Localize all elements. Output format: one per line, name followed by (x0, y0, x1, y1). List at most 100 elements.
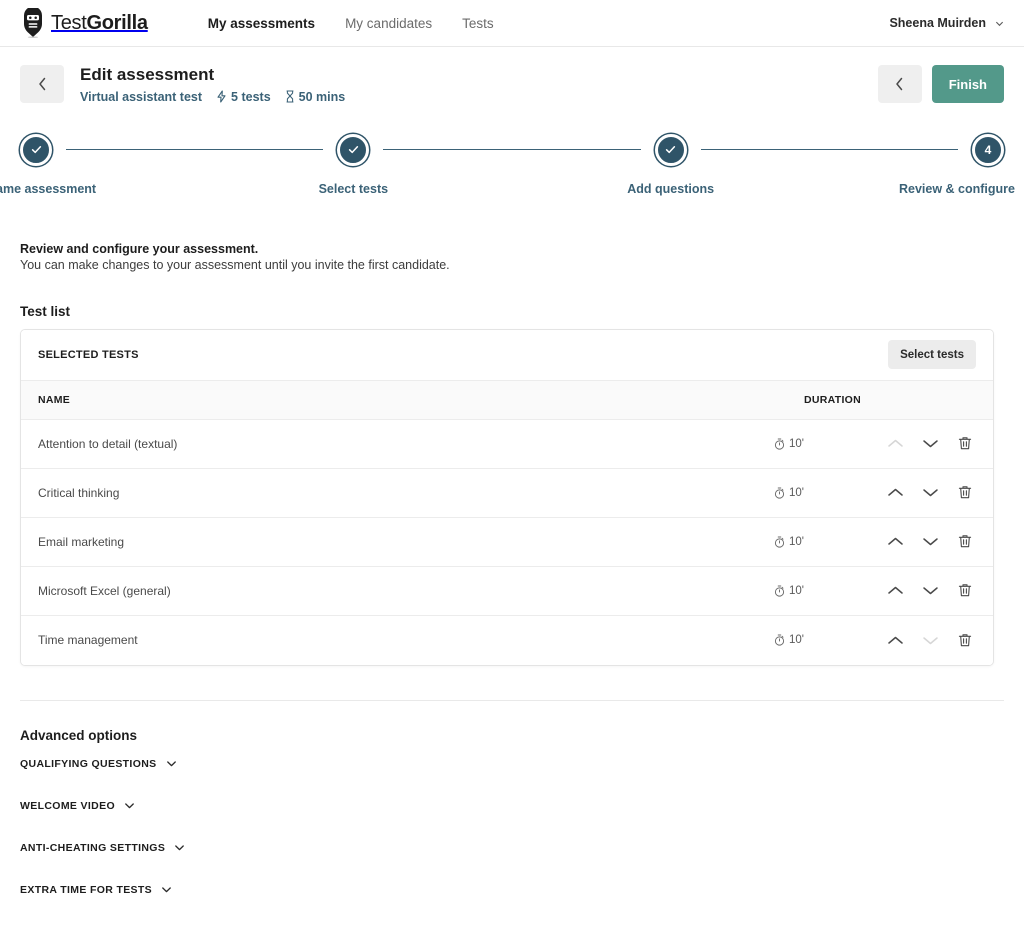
step-marker-complete (337, 133, 370, 166)
delete-test-button[interactable] (954, 531, 976, 553)
table-row: Email marketing 10' (21, 517, 993, 567)
intro-title: Review and configure your assessment. (20, 241, 259, 256)
advanced-option-label: EXTRA TIME FOR TESTS (20, 883, 153, 896)
advanced-option-extra-time-for-tests[interactable]: EXTRA TIME FOR TESTS (20, 869, 1004, 911)
nav-link-my-candidates[interactable]: My candidates (345, 16, 432, 31)
column-header-name: NAME (38, 393, 71, 406)
table-row: Time management 10' (21, 615, 993, 665)
page-header-actions: Finish (877, 65, 1004, 103)
row-actions (884, 433, 976, 455)
chevron-left-icon (38, 77, 47, 91)
move-down-button[interactable] (919, 482, 941, 504)
test-name: Time management (38, 633, 138, 648)
finish-button[interactable]: Finish (931, 65, 1004, 103)
test-list-card-header: SELECTED TESTS Select tests (21, 329, 993, 381)
user-name-label: Sheena Muirden (889, 16, 986, 30)
table-row: Microsoft Excel (general) 10' (21, 566, 993, 616)
back-button[interactable] (20, 65, 64, 103)
row-actions (884, 629, 976, 651)
stepper-track: Name assessment Select tests (0, 133, 1015, 196)
stepper-label-name-assessment: Name assessment (0, 181, 97, 196)
test-duration-label: 10' (789, 584, 804, 597)
table-row: Critical thinking 10' (21, 468, 993, 518)
move-up-button[interactable] (884, 580, 906, 602)
move-up-button[interactable] (884, 482, 906, 504)
row-actions (884, 531, 976, 553)
stopwatch-icon (774, 536, 785, 548)
move-down-button[interactable] (919, 531, 941, 553)
check-icon (30, 143, 43, 156)
previous-step-button[interactable] (877, 65, 922, 103)
assessment-meta-row: Virtual assistant test 5 tests 50 mins (80, 90, 345, 104)
step-marker-current: 4 (971, 133, 1004, 166)
stopwatch-icon (774, 585, 785, 597)
advanced-option-anti-cheating-settings[interactable]: ANTI-CHEATING SETTINGS (20, 827, 1004, 869)
test-list-heading: Test list (20, 303, 71, 319)
step-marker-complete (20, 133, 52, 166)
move-down-button (919, 629, 941, 651)
chevron-down-icon (174, 842, 185, 853)
intro-subtitle: You can make changes to your assessment … (20, 257, 450, 272)
top-navigation-bar: TestGorilla My assessments My candidates… (0, 0, 1024, 47)
advanced-option-welcome-video[interactable]: WELCOME VIDEO (20, 785, 1004, 827)
check-icon (347, 143, 360, 156)
main-nav-links: My assessments My candidates Tests (208, 16, 494, 31)
test-duration-label: 10' (789, 486, 804, 499)
progress-stepper: Name assessment Select tests (0, 133, 1015, 206)
chevron-left-icon (895, 77, 904, 91)
nav-link-my-assessments[interactable]: My assessments (208, 16, 315, 31)
move-up-button (884, 433, 906, 455)
delete-test-button[interactable] (954, 433, 976, 455)
page-header-text: Edit assessment Virtual assistant test 5… (80, 65, 345, 104)
test-name: Critical thinking (38, 485, 120, 500)
chevron-down-icon (161, 884, 172, 895)
advanced-option-label: WELCOME VIDEO (20, 799, 115, 812)
test-duration: 10' (774, 487, 884, 499)
stepper-step-name-assessment[interactable]: Name assessment (0, 133, 96, 196)
step-marker-complete (654, 133, 687, 166)
test-duration: 10' (774, 585, 884, 597)
assessment-name-link[interactable]: Virtual assistant test (80, 90, 202, 104)
stepper-connector (383, 149, 641, 151)
test-duration-label: 10' (789, 634, 804, 647)
hourglass-icon (285, 90, 295, 103)
move-down-button[interactable] (919, 433, 941, 455)
brand-text-light: Test (51, 11, 87, 34)
advanced-option-label: ANTI-CHEATING SETTINGS (20, 841, 166, 854)
intro-block: Review and configure your assessment. Yo… (20, 242, 1004, 272)
stepper-step-select-tests[interactable]: Select tests (319, 133, 388, 196)
test-name: Microsoft Excel (general) (38, 583, 171, 598)
stepper-label-add-questions: Add questions (627, 181, 715, 196)
duration-meta: 50 mins (285, 90, 345, 104)
delete-test-button[interactable] (954, 629, 976, 651)
chevron-down-icon (124, 800, 135, 811)
stepper-step-review-configure[interactable]: 4 Review & configure (899, 133, 1015, 196)
user-menu-button[interactable]: Sheena Muirden (889, 16, 1004, 30)
move-up-button[interactable] (884, 531, 906, 553)
move-up-button[interactable] (884, 629, 906, 651)
table-row: Attention to detail (textual) 10' (21, 419, 993, 469)
test-duration: 10' (774, 536, 884, 548)
tests-count-meta: 5 tests (216, 90, 271, 104)
stopwatch-icon (774, 438, 785, 450)
stepper-step-add-questions[interactable]: Add questions (627, 133, 714, 196)
test-table-header-row: NAME DURATION (21, 380, 993, 420)
test-duration-label: 10' (789, 535, 804, 548)
brand-logo-link[interactable]: TestGorilla (20, 8, 148, 38)
delete-test-button[interactable] (954, 580, 976, 602)
chevron-down-icon (995, 19, 1004, 28)
test-duration: 10' (774, 438, 884, 450)
selected-tests-label: SELECTED TESTS (38, 348, 139, 361)
row-actions (884, 482, 976, 504)
stepper-connector (700, 149, 958, 151)
page-header: Edit assessment Virtual assistant test 5… (0, 47, 1024, 104)
select-tests-button[interactable]: Select tests (888, 340, 976, 370)
nav-link-tests[interactable]: Tests (462, 16, 494, 31)
tests-count-label: 5 tests (231, 89, 271, 104)
move-down-button[interactable] (919, 580, 941, 602)
brand-wordmark: TestGorilla (51, 12, 148, 35)
chevron-down-icon (166, 758, 177, 769)
advanced-option-qualifying-questions[interactable]: QUALIFYING QUESTIONS (20, 743, 1004, 785)
brand-text-bold: Gorilla (86, 11, 148, 34)
delete-test-button[interactable] (954, 482, 976, 504)
